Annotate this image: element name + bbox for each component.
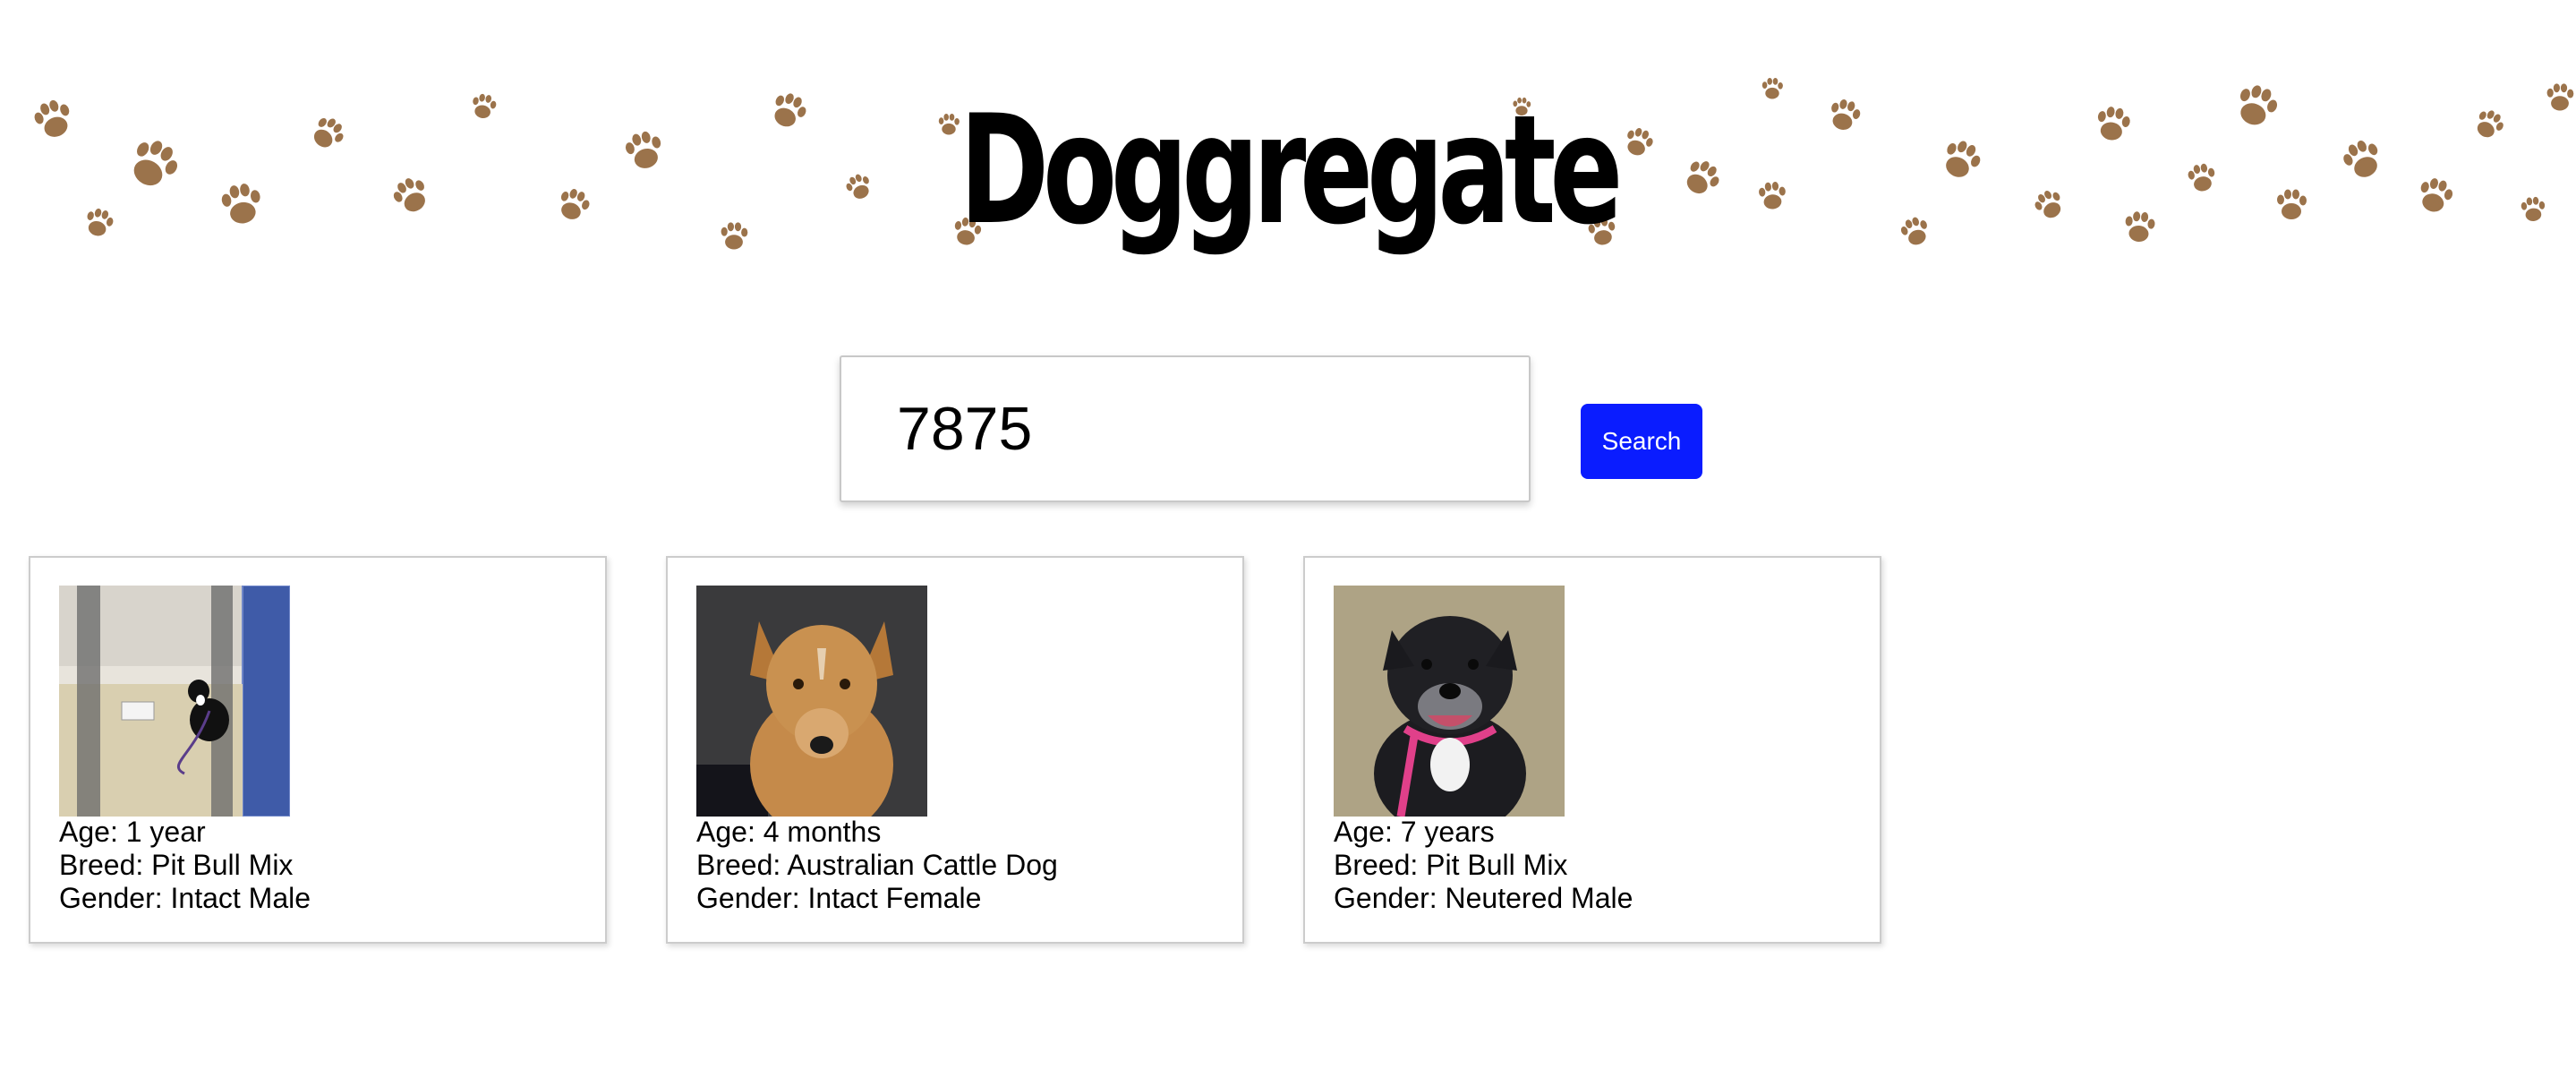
dog-breed: Breed: Pit Bull Mix — [59, 849, 294, 881]
dog-age: Age: 7 years — [1334, 816, 1495, 848]
dog-age: Age: 1 year — [59, 816, 206, 848]
dog-photo[interactable] — [696, 586, 927, 817]
search-button[interactable]: Search — [1581, 404, 1702, 479]
paw-print-icon — [30, 96, 77, 142]
dog-photo-tan-icon — [696, 586, 927, 817]
paw-print-icon — [123, 133, 184, 195]
header-banner: Doggregate — [0, 72, 2576, 269]
paw-print-icon — [219, 181, 265, 227]
dog-photo[interactable] — [59, 586, 290, 817]
paw-print-icon — [2546, 83, 2574, 111]
paw-print-icon — [307, 112, 349, 155]
dog-breed: Breed: Pit Bull Mix — [1334, 849, 1568, 881]
paw-print-icon — [2520, 196, 2546, 223]
paw-print-icon — [2339, 135, 2387, 184]
paw-print-icon — [2277, 189, 2307, 219]
paw-print-icon — [2470, 106, 2508, 143]
dog-info: Age: 7 years Breed: Pit Bull Mix Gender:… — [1334, 816, 1633, 915]
dog-gender: Gender: Intact Male — [59, 882, 311, 914]
dog-info: Age: 4 months Breed: Australian Cattle D… — [696, 816, 1058, 915]
dog-card[interactable]: Age: 7 years Breed: Pit Bull Mix Gender:… — [1303, 556, 1881, 944]
dog-age: Age: 4 months — [696, 816, 882, 848]
paw-print-icon — [2231, 81, 2282, 131]
dog-card[interactable]: Age: 4 months Breed: Australian Cattle D… — [666, 556, 1244, 944]
site-title: Doggregate — [959, 82, 1624, 258]
dog-photo[interactable] — [1334, 586, 1565, 817]
dog-photo-black-icon — [1334, 586, 1565, 817]
paw-print-icon — [2415, 175, 2456, 216]
dog-card[interactable]: Age: 1 year Breed: Pit Bull Mix Gender: … — [29, 556, 607, 944]
dog-gender: Gender: Neutered Male — [1334, 882, 1633, 914]
dog-breed: Breed: Australian Cattle Dog — [696, 849, 1058, 881]
dog-photo-kennel-icon — [59, 586, 290, 817]
dog-gender: Gender: Intact Female — [696, 882, 982, 914]
paw-print-icon — [82, 206, 116, 239]
search-input[interactable] — [840, 355, 1531, 502]
dog-info: Age: 1 year Breed: Pit Bull Mix Gender: … — [59, 816, 311, 915]
